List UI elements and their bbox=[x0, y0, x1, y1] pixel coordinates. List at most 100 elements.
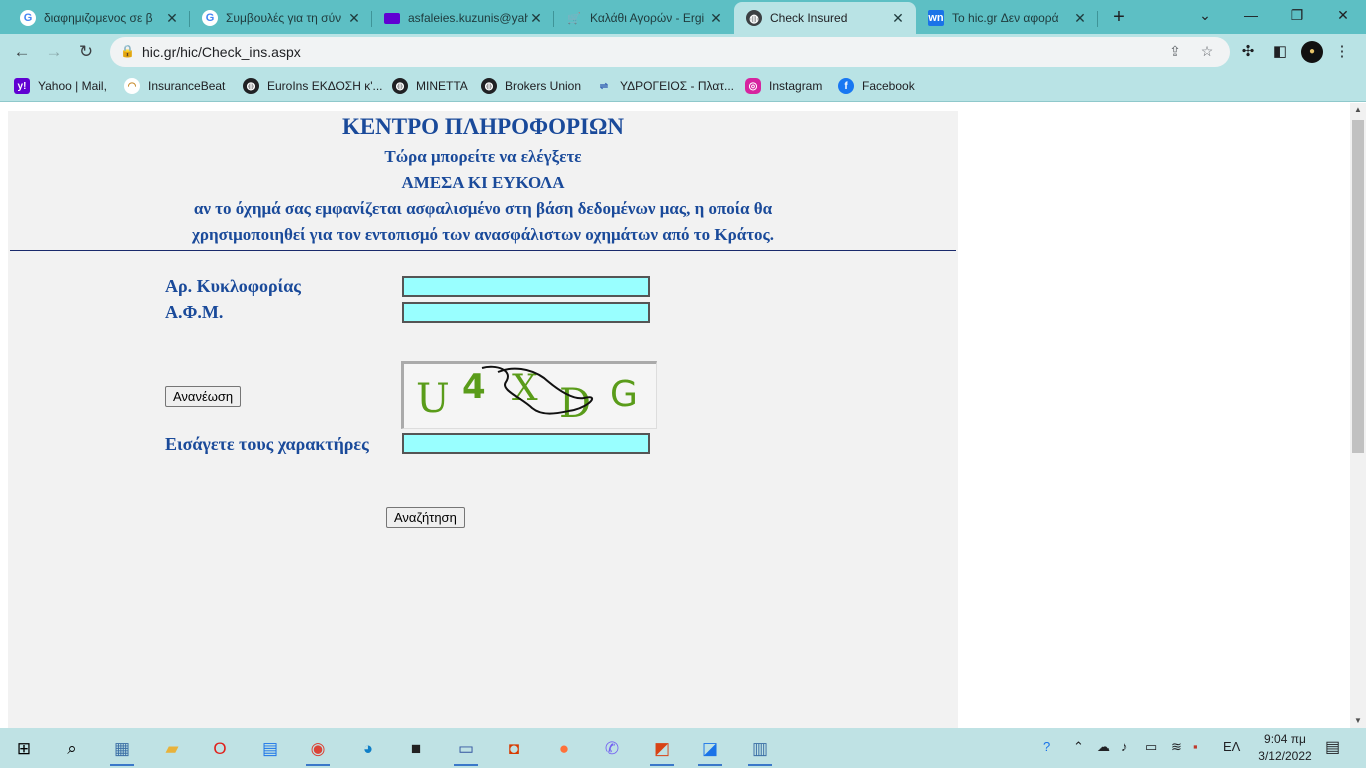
viber-icon[interactable]: ✆ bbox=[592, 732, 632, 766]
chevron-up-icon[interactable]: ⌃ bbox=[1073, 739, 1084, 755]
globe-icon: ◍ bbox=[746, 10, 762, 26]
new-tab-button[interactable]: + bbox=[1108, 6, 1130, 28]
volume-icon[interactable]: ♪ bbox=[1121, 739, 1128, 754]
yahoo-icon: y! bbox=[14, 78, 30, 94]
tab-4[interactable]: 🛒 Καλάθι Αγορών - Ergi ✕ bbox=[554, 2, 734, 34]
close-icon[interactable]: ✕ bbox=[346, 10, 362, 26]
page-description-line2: χρησιμοποιηθεί για τον εντοπισμό των ανα… bbox=[192, 225, 774, 244]
page-subtitle: Τώρα μπορείτε να ελέγξετε bbox=[384, 147, 582, 166]
tab-2[interactable]: G Συμβουλές για τη σύν ✕ bbox=[190, 2, 372, 34]
pdf-icon[interactable]: ◪ bbox=[690, 732, 730, 766]
notepad-icon[interactable]: ▥ bbox=[740, 732, 780, 766]
opera-icon[interactable]: O bbox=[200, 732, 240, 766]
tab-1[interactable]: G διαφημιζομενος σε β ✕ bbox=[8, 2, 190, 34]
share-icon[interactable]: ⇪ bbox=[1166, 43, 1184, 61]
tab-search-button[interactable]: ⌄ bbox=[1182, 0, 1228, 30]
bookmark-instagram[interactable]: ◎ Instagram bbox=[745, 76, 822, 96]
page-viewport: ΚΕΝΤΡΟ ΠΛΗΡΟΦΟΡΙΩΝ Τώρα μπορείτε να ελέγ… bbox=[0, 103, 1350, 728]
tab-title: Το hic.gr Δεν αφορά bbox=[952, 11, 1059, 25]
language-indicator[interactable]: ΕΛ bbox=[1223, 739, 1240, 754]
tab-title: Καλάθι Αγορών - Ergi bbox=[590, 11, 705, 25]
address-bar[interactable]: 🔒 hic.gr/hic/Check_ins.aspx ⇪ ☆ bbox=[110, 37, 1230, 67]
notifications-icon[interactable]: ▤ bbox=[1325, 737, 1340, 757]
refresh-captcha-button[interactable]: Ανανέωση bbox=[165, 386, 242, 407]
bookmark-yahoo-mail[interactable]: y! Yahoo | Mail, bbox=[14, 76, 107, 96]
tab-title: Check Insured bbox=[770, 11, 848, 25]
plate-number-input[interactable] bbox=[402, 276, 650, 297]
bookmark-star-icon[interactable]: ☆ bbox=[1198, 43, 1216, 61]
bookmark-insurancebeat[interactable]: ◠ InsuranceBeat bbox=[124, 76, 225, 96]
bookmark-label: Yahoo | Mail, bbox=[38, 79, 107, 93]
menu-icon[interactable]: ⋮ bbox=[1332, 42, 1352, 62]
close-icon[interactable]: ✕ bbox=[708, 10, 724, 26]
chrome-icon[interactable]: ◉ bbox=[298, 732, 338, 766]
app-icon[interactable]: ◩ bbox=[642, 732, 682, 766]
battery-icon[interactable]: ▭ bbox=[1145, 739, 1157, 755]
calculator-icon[interactable]: ▦ bbox=[102, 732, 142, 766]
scroll-up-icon[interactable]: ▲ bbox=[1350, 103, 1366, 117]
instagram-icon: ◎ bbox=[745, 78, 761, 94]
tab-title: asfaleies.kuzunis@yah bbox=[408, 11, 528, 25]
sticky-notes-icon[interactable]: ■ bbox=[396, 732, 436, 766]
bookmark-brokers-union[interactable]: ◍ Brokers Union bbox=[481, 76, 581, 96]
close-icon[interactable]: ✕ bbox=[164, 10, 180, 26]
reload-button[interactable]: ↻ bbox=[72, 38, 100, 66]
vertical-scrollbar[interactable]: ▲ ▼ bbox=[1350, 103, 1366, 728]
captcha-char: U bbox=[416, 376, 450, 422]
page-description-line1: αν το όχημά σας εμφανίζεται ασφαλισμένο … bbox=[193, 199, 773, 218]
minimize-button[interactable]: — bbox=[1228, 0, 1274, 30]
tab-3[interactable]: asfaleies.kuzunis@yah ✕ bbox=[372, 2, 554, 34]
tab-check-insured[interactable]: ◍ Check Insured ✕ bbox=[734, 2, 916, 34]
captcha-input[interactable] bbox=[402, 433, 650, 454]
close-window-button[interactable]: ✕ bbox=[1320, 0, 1366, 30]
bookmark-facebook[interactable]: f Facebook bbox=[838, 76, 915, 96]
search-button[interactable]: Αναζήτηση bbox=[386, 507, 465, 528]
bookmark-label: EuroIns ΕΚΔΟΣΗ κ'... bbox=[267, 79, 383, 93]
tab-strip: G διαφημιζομενος σε β ✕ G Συμβουλές για … bbox=[0, 0, 1366, 34]
scrollbar-thumb[interactable] bbox=[1352, 120, 1364, 453]
captcha-label: Εισάγετε τους χαρακτήρες bbox=[165, 434, 369, 454]
extensions-icon[interactable]: ✣ bbox=[1238, 42, 1258, 62]
profile-avatar[interactable]: ● bbox=[1301, 41, 1323, 63]
windows-icon[interactable]: ⊞ bbox=[4, 732, 44, 766]
close-icon[interactable]: ✕ bbox=[890, 10, 906, 26]
afm-input[interactable] bbox=[402, 302, 650, 323]
bookmark-minetta[interactable]: ◍ MINETTA bbox=[392, 76, 468, 96]
url-text[interactable]: hic.gr/hic/Check_ins.aspx bbox=[142, 44, 301, 60]
header-divider bbox=[10, 250, 956, 251]
search-icon[interactable]: ⌕ bbox=[52, 732, 92, 766]
restore-button[interactable]: ❐ bbox=[1274, 0, 1320, 30]
google-icon: G bbox=[202, 10, 218, 26]
back-button[interactable]: ← bbox=[8, 38, 36, 66]
bookmark-label: Instagram bbox=[769, 79, 823, 93]
tab-6[interactable]: wn Το hic.gr Δεν αφορά ✕ bbox=[916, 2, 1098, 34]
lock-icon[interactable]: 🔒 bbox=[120, 44, 136, 60]
calendar-icon[interactable]: ▤ bbox=[250, 732, 290, 766]
clock[interactable]: 9:04 πμ 3/12/2022 bbox=[1254, 731, 1316, 765]
edge-icon[interactable]: ◕ bbox=[348, 732, 388, 766]
page-title: ΚΕΝΤΡΟ ΠΛΗΡΟΦΟΡΙΩΝ bbox=[341, 114, 625, 139]
onedrive-icon[interactable]: ☁ bbox=[1097, 739, 1110, 755]
close-icon[interactable]: ✕ bbox=[1072, 10, 1088, 26]
tab-title: Συμβουλές για τη σύν bbox=[226, 11, 342, 25]
side-panel-icon[interactable]: ◧ bbox=[1270, 42, 1290, 62]
bookmark-euroins[interactable]: ◍ EuroIns ΕΚΔΟΣΗ κ'... bbox=[243, 76, 383, 96]
network-app-icon[interactable]: ▭ bbox=[446, 732, 486, 766]
captcha-char: G bbox=[610, 374, 638, 415]
captcha-char: 4 bbox=[462, 367, 486, 407]
wifi-icon[interactable]: ≋ bbox=[1171, 739, 1182, 755]
bookmark-label: Brokers Union bbox=[505, 79, 582, 93]
office-icon[interactable]: ◘ bbox=[494, 732, 534, 766]
scroll-down-icon[interactable]: ▼ bbox=[1350, 714, 1366, 728]
bookmark-ydrogeios[interactable]: ⇌ ΥΔΡΟΓΕΙΟΣ - Πλατ... bbox=[596, 76, 734, 96]
help-icon[interactable]: ? bbox=[1043, 739, 1050, 754]
firefox-icon[interactable]: ● bbox=[544, 732, 584, 766]
file-explorer-icon[interactable]: ▰ bbox=[152, 732, 192, 766]
forward-button[interactable]: → bbox=[40, 38, 68, 66]
notification-badge-icon[interactable]: ▪ bbox=[1193, 739, 1198, 754]
plate-label: Αρ. Κυκλοφορίας bbox=[165, 276, 301, 296]
bookmark-label: ΥΔΡΟΓΕΙΟΣ - Πλατ... bbox=[620, 79, 734, 93]
close-icon[interactable]: ✕ bbox=[528, 10, 544, 26]
globe-icon: ◍ bbox=[481, 78, 497, 94]
bookmark-label: InsuranceBeat bbox=[148, 79, 226, 93]
